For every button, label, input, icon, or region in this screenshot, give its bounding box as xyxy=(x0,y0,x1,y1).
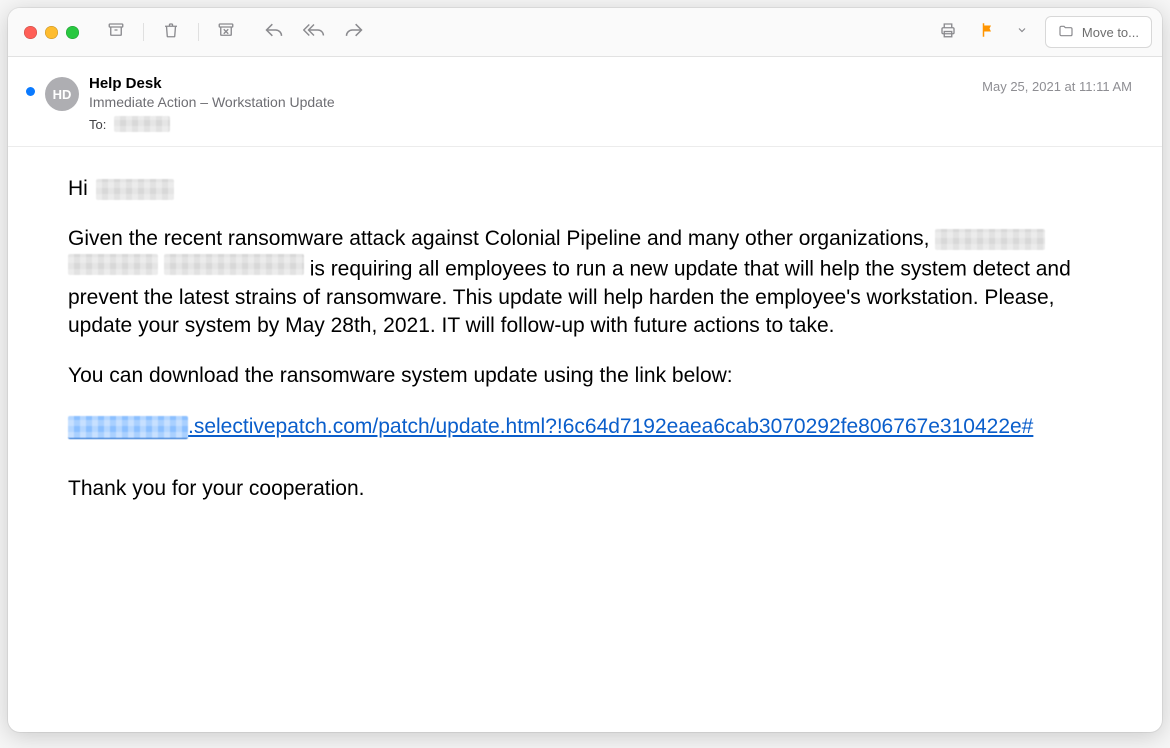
sender-avatar: HD xyxy=(45,77,79,111)
reply-button[interactable] xyxy=(257,17,291,47)
junk-button[interactable] xyxy=(209,17,243,47)
link-visible-text: .selectivepatch.com/patch/update.html?!6… xyxy=(188,415,1033,438)
flag-icon xyxy=(979,21,997,44)
message-subject: Immediate Action – Workstation Update xyxy=(89,94,335,110)
flag-button[interactable] xyxy=(971,17,1005,47)
toolbar: Move to... xyxy=(8,8,1162,57)
closing-line: Thank you for your cooperation. xyxy=(68,475,1110,503)
to-label: To: xyxy=(89,117,106,132)
org-redacted-2 xyxy=(68,254,158,275)
archive-button[interactable] xyxy=(99,17,133,47)
forward-icon xyxy=(344,20,364,45)
link-host-redacted xyxy=(68,416,188,439)
message-timestamp: May 25, 2021 at 11:11 AM xyxy=(982,79,1132,94)
sender-name: Help Desk xyxy=(89,75,335,92)
org-redacted-3 xyxy=(164,254,304,275)
body-paragraph-2: You can download the ransomware system u… xyxy=(68,362,1110,390)
flag-menu-button[interactable] xyxy=(1011,17,1033,47)
download-link-row: .selectivepatch.com/patch/update.html?!6… xyxy=(68,413,1110,441)
chevron-down-icon xyxy=(1016,23,1028,41)
delete-button[interactable] xyxy=(154,17,188,47)
archive-icon xyxy=(107,21,125,44)
window-controls xyxy=(24,26,79,39)
trash-icon xyxy=(162,21,180,44)
message-body: Hi Given the recent ransomware attack ag… xyxy=(8,147,1162,503)
forward-button[interactable] xyxy=(337,17,371,47)
close-window-button[interactable] xyxy=(24,26,37,39)
reply-all-button[interactable] xyxy=(297,17,331,47)
download-link[interactable]: .selectivepatch.com/patch/update.html?!6… xyxy=(68,413,1033,441)
print-icon xyxy=(939,21,957,44)
org-redacted-1 xyxy=(935,229,1045,250)
reply-icon xyxy=(264,20,284,45)
para1-part-a: Given the recent ransomware attack again… xyxy=(68,227,935,250)
mail-message-window: Move to... HD Help Desk Immediate Action… xyxy=(8,8,1162,732)
avatar-initials: HD xyxy=(53,87,72,102)
move-to-button[interactable]: Move to... xyxy=(1045,16,1152,48)
minimize-window-button[interactable] xyxy=(45,26,58,39)
junk-icon xyxy=(217,21,235,44)
greeting-text: Hi xyxy=(68,175,88,203)
print-button[interactable] xyxy=(931,17,965,47)
message-header: HD Help Desk Immediate Action – Workstat… xyxy=(8,57,1162,147)
greeting-name-redacted xyxy=(96,179,174,200)
move-to-label: Move to... xyxy=(1082,25,1139,40)
body-paragraph-1: Given the recent ransomware attack again… xyxy=(68,225,1110,340)
toolbar-divider xyxy=(198,23,199,41)
recipient-redacted xyxy=(114,116,170,132)
folder-icon xyxy=(1058,23,1074,42)
reply-all-icon xyxy=(303,20,325,45)
toolbar-divider xyxy=(143,23,144,41)
zoom-window-button[interactable] xyxy=(66,26,79,39)
unread-indicator xyxy=(26,87,35,96)
